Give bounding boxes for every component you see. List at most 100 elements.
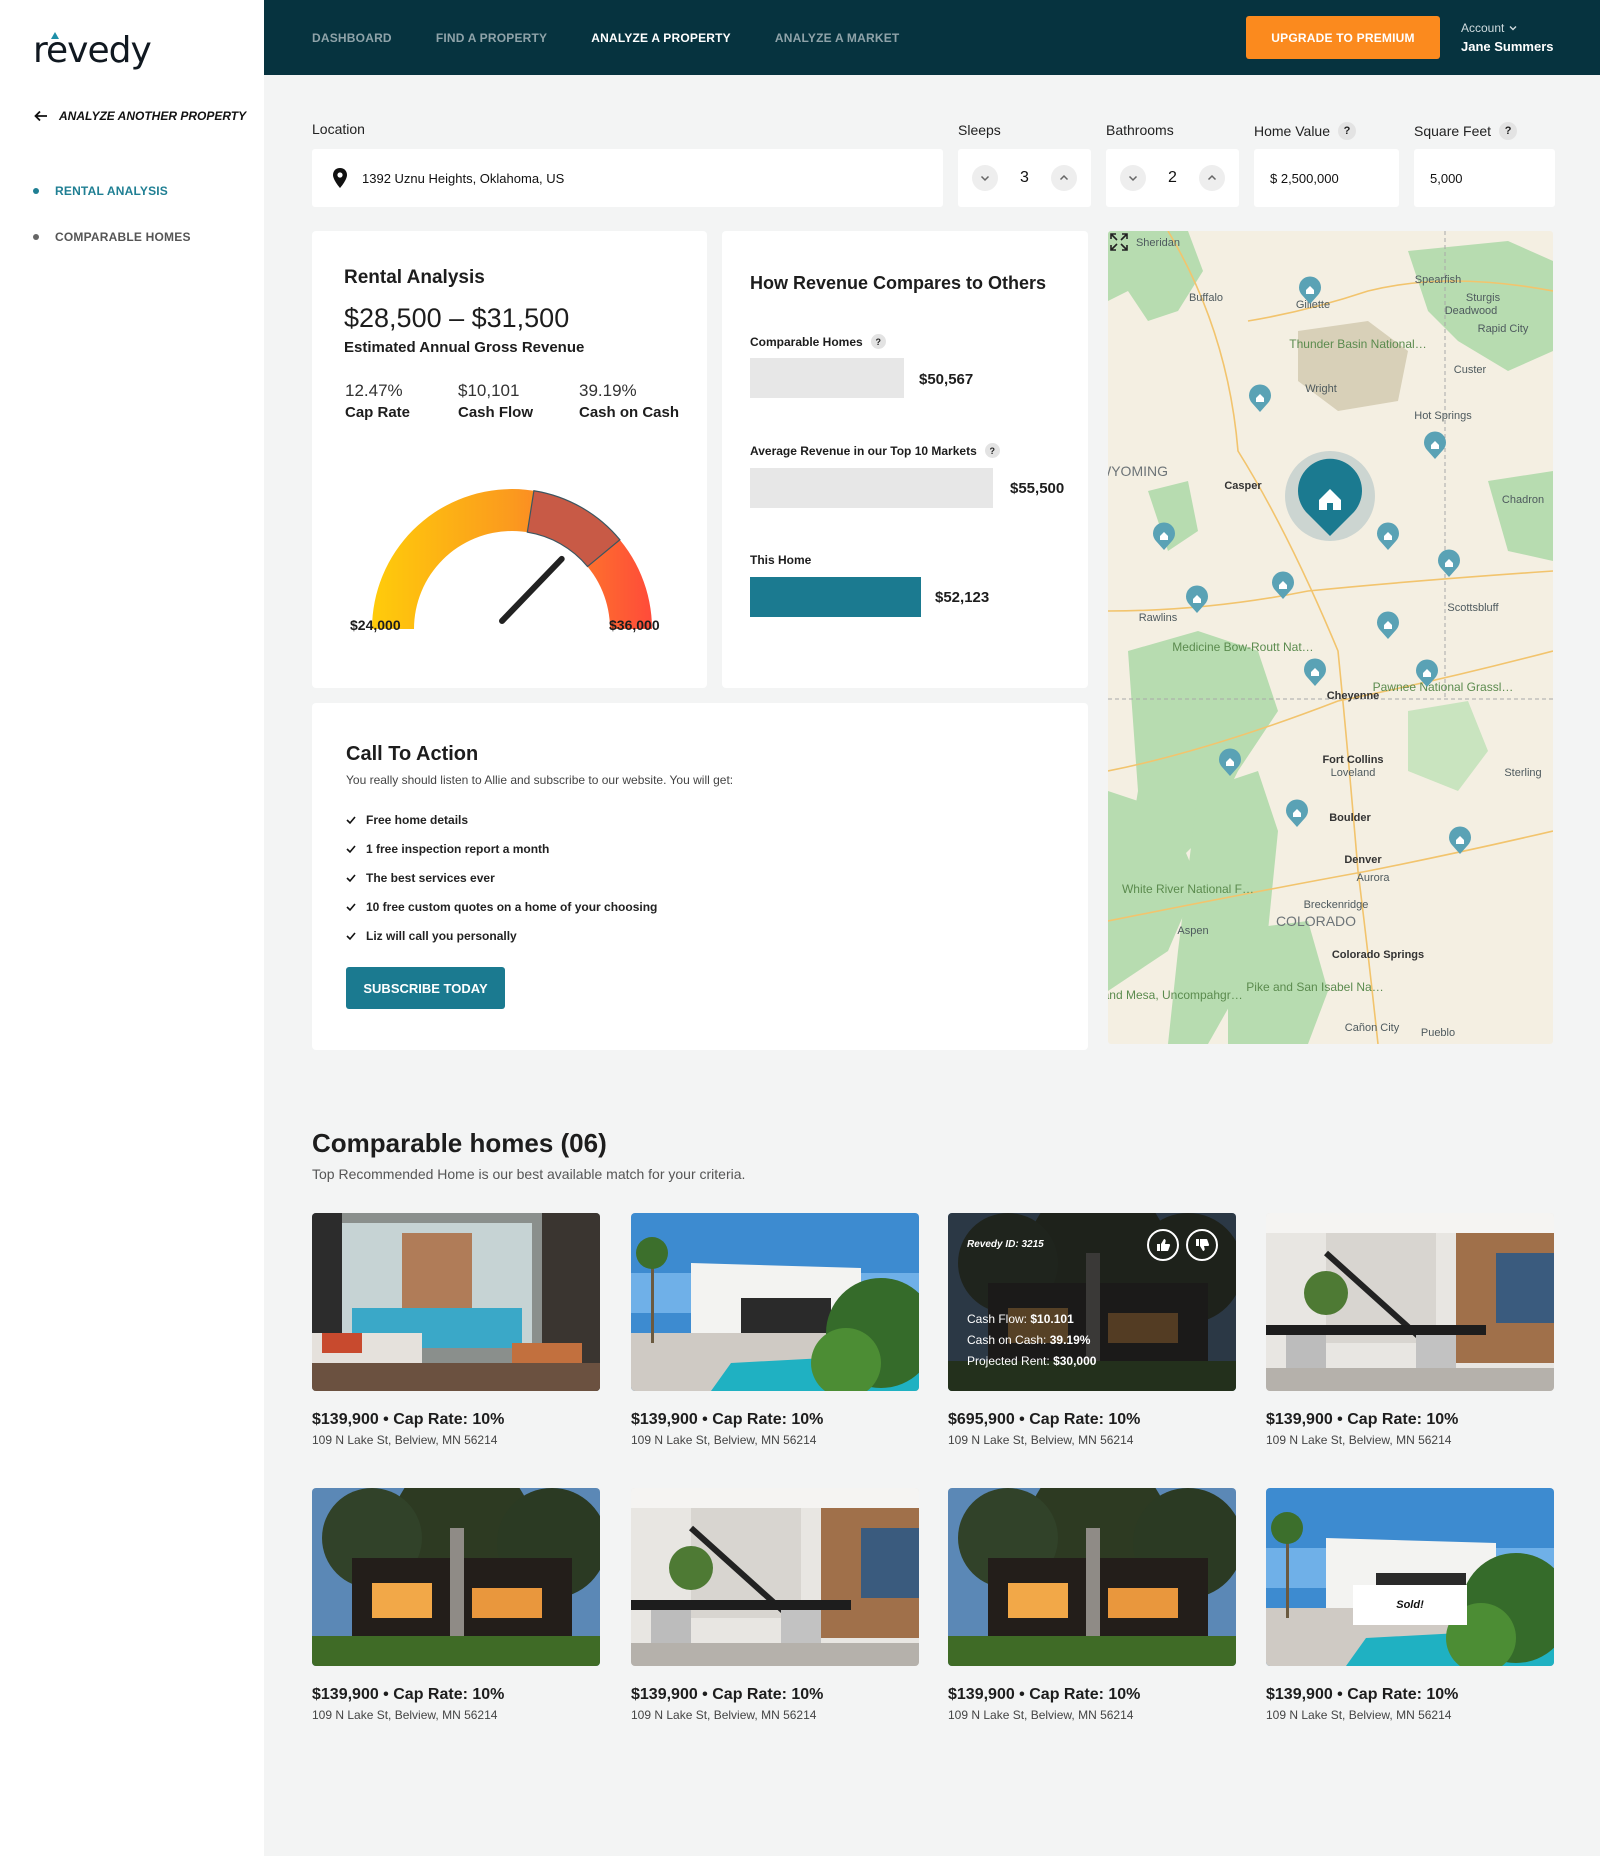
bar-label-text: Comparable Homes: [750, 334, 863, 349]
comparable-homes-title: Comparable homes (06): [312, 1128, 607, 1158]
comparable-home-card[interactable]: $139,900 • Cap Rate: 10% 109 N Lake St, B…: [948, 1488, 1236, 1722]
photo-illustration: [631, 1488, 919, 1666]
help-icon[interactable]: ?: [1499, 122, 1518, 140]
separator-dot: •: [1332, 1411, 1348, 1428]
home-photo[interactable]: [631, 1488, 919, 1666]
comparable-home-card[interactable]: $139,900 • Cap Rate: 10% 109 N Lake St, B…: [312, 1213, 600, 1447]
revenue-comparison-title: How Revenue Compares to Others: [750, 273, 1047, 293]
help-icon[interactable]: ?: [984, 443, 1000, 458]
comparable-home-card[interactable]: Revedy ID: 3215 Cash Flow: $10.101 Cash on…: [948, 1213, 1236, 1447]
list-item: Liz will call you personally: [346, 921, 657, 950]
home-price: $139,900: [631, 1686, 698, 1703]
home-photo[interactable]: [312, 1488, 600, 1666]
home-pin-icon[interactable]: [1186, 585, 1208, 613]
map-label: Sterling: [1504, 767, 1541, 779]
bathrooms-label: Bathrooms: [1106, 122, 1174, 138]
nav-analyze-a-market[interactable]: ANALYZE A MARKET: [775, 31, 900, 45]
home-pin-icon[interactable]: [1438, 549, 1460, 577]
home-photo[interactable]: Revedy ID: 3215 Cash Flow: $10.101 Cash on…: [948, 1213, 1236, 1391]
separator-dot: •: [697, 1411, 713, 1428]
check-icon: [346, 873, 356, 882]
square-feet-input[interactable]: 5,000: [1414, 149, 1555, 207]
map-label: Deadwood: [1445, 305, 1498, 317]
subscribe-today-button[interactable]: SUBSCRIBE TODAY: [346, 967, 505, 1009]
bathrooms-label-text: Bathrooms: [1106, 122, 1174, 138]
analyze-another-property-link[interactable]: ANALYZE ANOTHER PROPERTY: [33, 108, 246, 124]
home-pin-icon[interactable]: [1377, 522, 1399, 550]
map-label: Chadron: [1502, 494, 1544, 506]
home-price-line: $139,900 • Cap Rate: 10%: [1266, 1686, 1554, 1704]
cta-description: You really should listen to Allie and su…: [346, 773, 734, 787]
home-pin-icon[interactable]: [1304, 658, 1326, 686]
home-value-label: Home Value ?: [1254, 122, 1357, 140]
home-photo[interactable]: [631, 1213, 919, 1391]
home-photo[interactable]: [312, 1213, 600, 1391]
home-pin-icon[interactable]: [1424, 431, 1446, 459]
photo-illustration: [312, 1213, 600, 1391]
stat-value: 39.19%: [1049, 1333, 1091, 1347]
home-pin-icon[interactable]: [1286, 799, 1308, 827]
selected-property-marker[interactable]: [1285, 451, 1375, 541]
home-address: 109 N Lake St, Belview, MN 56214: [631, 1708, 817, 1722]
photo-illustration: [948, 1488, 1236, 1666]
sidebar-item-label: COMPARABLE HOMES: [55, 230, 191, 244]
location-input[interactable]: 1392 Uznu Heights, Oklahoma, US: [312, 149, 943, 207]
chevron-up-icon: [1207, 174, 1217, 181]
home-address: 109 N Lake St, Belview, MN 56214: [1266, 1708, 1452, 1722]
upgrade-to-premium-button[interactable]: UPGRADE TO PREMIUM: [1246, 16, 1440, 59]
home-pin-icon[interactable]: [1377, 611, 1399, 639]
comparable-home-card[interactable]: Sold! $139,900 • Cap Rate: 10% 109 N Lake …: [1266, 1488, 1554, 1722]
location-label-text: Location: [312, 121, 365, 137]
top-markets-label: Average Revenue in our Top 10 Markets ?: [750, 443, 1000, 458]
list-item: Free home details: [346, 805, 657, 834]
map-label: Grand Mesa, Uncompahgr…: [1108, 988, 1243, 1002]
home-address: 109 N Lake St, Belview, MN 56214: [948, 1708, 1134, 1722]
sidebar-item-comparable-homes[interactable]: COMPARABLE HOMES: [33, 214, 191, 260]
help-icon[interactable]: ?: [870, 334, 886, 349]
bathrooms-stepper[interactable]: 2: [1106, 149, 1239, 207]
comparable-home-card[interactable]: $139,900 • Cap Rate: 10% 109 N Lake St, B…: [631, 1213, 919, 1447]
sleeps-stepper[interactable]: 3: [958, 149, 1091, 207]
increment-button[interactable]: [1199, 165, 1225, 191]
increment-button[interactable]: [1051, 165, 1077, 191]
account-menu[interactable]: Account Jane Summers: [1461, 21, 1554, 54]
revenue-gauge: [372, 489, 652, 629]
home-pin-icon[interactable]: [1249, 384, 1271, 412]
nav-analyze-a-property[interactable]: ANALYZE A PROPERTY: [591, 31, 731, 45]
map-label: White River National F…: [1122, 882, 1254, 896]
home-cap-rate: Cap Rate: 10%: [393, 1686, 505, 1703]
revenue-comparison-card: How Revenue Compares to Others Comparabl…: [722, 231, 1088, 688]
nav-find-a-property[interactable]: FIND A PROPERTY: [436, 31, 547, 45]
home-value-input[interactable]: $ 2,500,000: [1254, 149, 1399, 207]
map-label: Spearfish: [1415, 274, 1461, 286]
map-label: Aspen: [1177, 925, 1208, 937]
decrement-button[interactable]: [972, 165, 998, 191]
comparable-home-card[interactable]: $139,900 • Cap Rate: 10% 109 N Lake St, B…: [631, 1488, 919, 1722]
property-map[interactable]: Sheridan Buffalo Gillette Spearfish Sturgis D…: [1108, 231, 1553, 1044]
thumbs-up-button[interactable]: [1147, 1229, 1179, 1261]
sold-badge: Sold!: [1353, 1585, 1467, 1625]
square-feet-label: Square Feet ?: [1414, 122, 1518, 140]
decrement-button[interactable]: [1120, 165, 1146, 191]
home-cap-rate: Cap Rate: 10%: [712, 1686, 824, 1703]
expand-icon[interactable]: [1108, 231, 1130, 253]
metric-value: 39.19%: [579, 381, 637, 400]
comparable-home-card[interactable]: $139,900 • Cap Rate: 10% 109 N Lake St, B…: [1266, 1213, 1554, 1447]
home-cap-rate: Cap Rate: 10%: [1029, 1411, 1141, 1428]
home-price-line: $139,900 • Cap Rate: 10%: [312, 1686, 600, 1704]
nav-dashboard[interactable]: DASHBOARD: [312, 31, 392, 45]
metric-value: 12.47%: [345, 381, 403, 400]
thumbs-down-button[interactable]: [1186, 1229, 1218, 1261]
help-icon[interactable]: ?: [1338, 122, 1357, 140]
comparable-home-card[interactable]: $139,900 • Cap Rate: 10% 109 N Lake St, B…: [312, 1488, 600, 1722]
home-price: $139,900: [631, 1411, 698, 1428]
home-cap-rate: Cap Rate: 10%: [1347, 1686, 1459, 1703]
home-photo[interactable]: [1266, 1213, 1554, 1391]
account-label-row: Account: [1461, 21, 1554, 35]
sidebar-item-rental-analysis[interactable]: RENTAL ANALYSIS: [33, 168, 191, 214]
home-photo[interactable]: [948, 1488, 1236, 1666]
home-photo[interactable]: Sold!: [1266, 1488, 1554, 1666]
chevron-up-icon: [1059, 174, 1069, 181]
map-label: Breckenridge: [1304, 899, 1369, 911]
check-icon: [346, 902, 356, 911]
